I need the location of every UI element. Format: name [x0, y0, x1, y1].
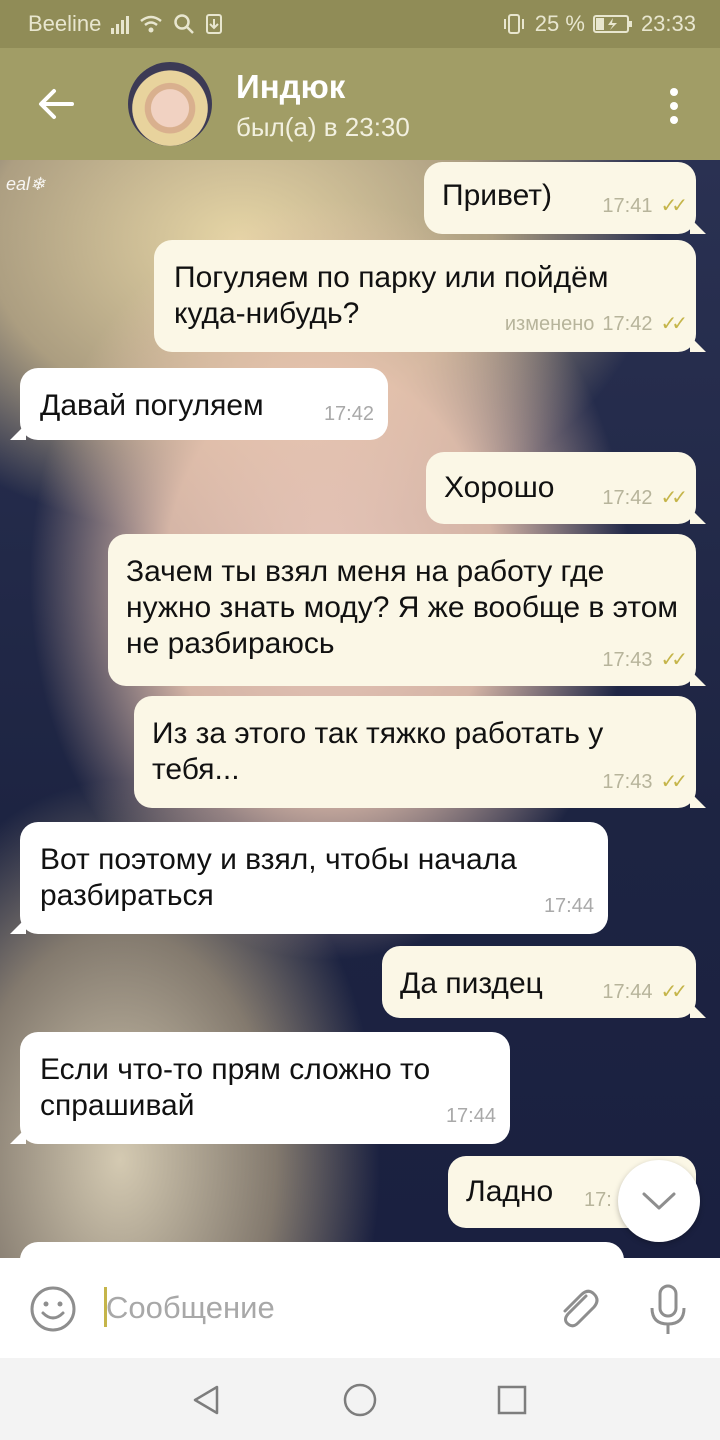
last-seen-status: был(а) в 23:30: [236, 112, 410, 142]
message-bubble-incoming[interactable]: Вот поэтому и взял, чтобы начала разбира…: [10, 822, 608, 934]
message-bubble-incoming[interactable]: [20, 1242, 624, 1258]
wallpaper-watermark: eal❄: [6, 174, 46, 194]
message-time: 17:44: [445, 1105, 496, 1127]
message-bubble-incoming[interactable]: Если что-то прям сложно то спрашивай 17:…: [10, 1032, 510, 1144]
nav-back-icon: [193, 1385, 219, 1415]
message-text: Привет): [442, 179, 553, 212]
chat-area[interactable]: eal❄ Привет) 17:41 ✓✓ Погуляем по парку и…: [0, 160, 720, 1258]
scroll-down-button[interactable]: [618, 1160, 700, 1242]
message-time: 17:: [584, 1189, 612, 1211]
clock: 23:33: [640, 11, 696, 36]
message-input-bar: [0, 1258, 720, 1358]
attach-button[interactable]: [552, 1282, 604, 1334]
search-status-icon: [174, 14, 195, 34]
message-bubble-outgoing[interactable]: Хорошо 17:42 ✓✓: [426, 452, 706, 524]
more-vert-icon: [670, 88, 678, 96]
message-bubble-outgoing[interactable]: Зачем ты взял меня на работу где нужно з…: [108, 534, 706, 686]
chevron-down-icon: [642, 1192, 676, 1210]
message-bubble-outgoing[interactable]: Привет) 17:41 ✓✓: [424, 162, 706, 234]
battery-icon: [592, 15, 632, 33]
message-time: 17:44: [602, 981, 653, 1003]
wifi-icon: [140, 15, 163, 33]
avatar[interactable]: [128, 62, 212, 146]
read-check-icon: ✓✓: [660, 487, 687, 509]
system-nav-bar: [0, 1358, 720, 1440]
more-menu-button[interactable]: [654, 78, 694, 134]
mic-icon: [650, 1284, 686, 1334]
message-time: 17:43: [602, 771, 653, 793]
chat-header: Индюк был(а) в 23:30: [0, 48, 720, 160]
vibrate-icon: [503, 14, 524, 34]
back-arrow-icon: [39, 89, 74, 119]
edited-label: изменено: [504, 313, 595, 335]
nav-recents-icon: [497, 1385, 527, 1415]
signal-icon: [111, 14, 130, 34]
nav-recents-button[interactable]: [492, 1380, 532, 1420]
message-time: 17:42: [602, 487, 653, 509]
nav-home-icon: [343, 1383, 377, 1417]
status-bar: Beeline 25 % 23:33: [0, 0, 720, 48]
read-check-icon: ✓✓: [660, 981, 687, 1003]
message-bubble-outgoing[interactable]: Да пиздец 17:44 ✓✓: [382, 946, 706, 1018]
message-text: Ладно: [466, 1175, 554, 1208]
back-button[interactable]: [28, 76, 84, 132]
chat-title[interactable]: Индюк: [236, 68, 345, 106]
message-bubble-outgoing[interactable]: Из за этого так тяжко работать у тебя...…: [134, 696, 706, 808]
voice-message-button[interactable]: [644, 1282, 692, 1338]
message-time: 17:44: [543, 895, 594, 917]
message-time: 17:43: [602, 649, 653, 671]
download-status-icon: [206, 14, 223, 34]
message-text: Давай погуляем: [40, 389, 264, 422]
emoji-icon: [30, 1286, 76, 1332]
nav-back-button[interactable]: [186, 1380, 226, 1420]
message-text: Если что-то прям сложно то спрашивай: [40, 1053, 431, 1122]
emoji-button[interactable]: [28, 1284, 78, 1334]
read-check-icon: ✓✓: [660, 195, 687, 217]
message-text: Вот поэтому и взял, чтобы начала разбира…: [40, 843, 517, 912]
message-time: 17:41: [602, 195, 653, 217]
paperclip-icon: [563, 1289, 599, 1328]
read-check-icon: ✓✓: [660, 771, 687, 793]
read-check-icon: ✓✓: [660, 313, 687, 335]
message-text: Да пиздец: [400, 967, 543, 1000]
message-text: Хорошо: [444, 471, 555, 504]
carrier-label: Beeline: [28, 11, 102, 36]
nav-home-button[interactable]: [340, 1380, 380, 1420]
message-input[interactable]: [106, 1282, 526, 1334]
message-bubble-incoming[interactable]: Давай погуляем 17:42: [10, 368, 388, 440]
message-time: 17:42: [602, 313, 653, 335]
message-bubble-outgoing[interactable]: Погуляем по парку или пойдём куда-нибудь…: [154, 240, 706, 352]
read-check-icon: ✓✓: [660, 649, 687, 671]
message-time: 17:42: [323, 403, 374, 425]
battery-percent: 25 %: [534, 11, 585, 36]
